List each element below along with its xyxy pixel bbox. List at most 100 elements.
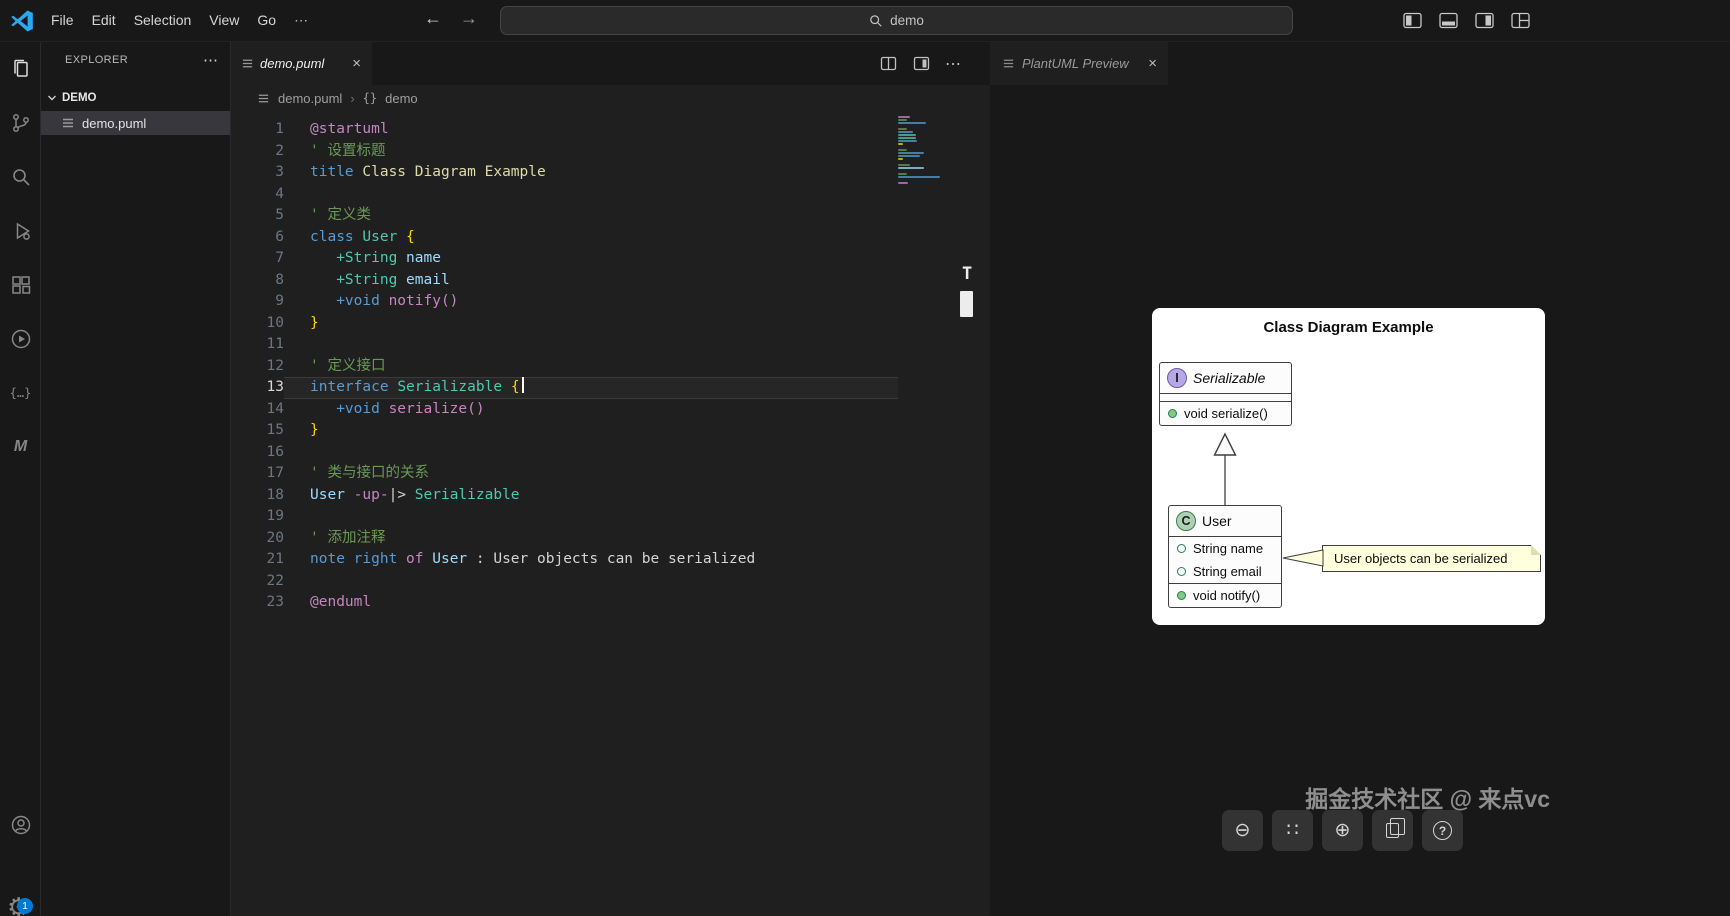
- line-number[interactable]: 20: [231, 528, 287, 550]
- explorer-icon[interactable]: [0, 42, 41, 96]
- code-line[interactable]: +void notify(): [310, 291, 898, 313]
- line-number[interactable]: 16: [231, 442, 287, 464]
- help-button[interactable]: ?: [1422, 810, 1463, 851]
- preview-content[interactable]: Class Diagram Example I Serializable voi…: [990, 85, 1730, 916]
- code-line[interactable]: +String email: [310, 270, 898, 292]
- minimap-line: [898, 146, 942, 148]
- code-line[interactable]: ' 类与接口的关系: [310, 463, 898, 485]
- code-lines: @startuml ' 设置标题 title Class Diagram Examp…: [310, 119, 898, 614]
- public-method-icon: [1177, 591, 1186, 600]
- code-line[interactable]: ' 设置标题: [310, 141, 898, 163]
- tab-label: demo.puml: [260, 56, 325, 71]
- tab-close-icon[interactable]: ×: [349, 55, 364, 72]
- zoom-in-button[interactable]: ⊕: [1322, 810, 1363, 851]
- line-number[interactable]: 23: [231, 592, 287, 614]
- line-number[interactable]: 15: [231, 420, 287, 442]
- code-line[interactable]: [310, 506, 898, 528]
- file-item-demo-puml[interactable]: demo.puml: [41, 111, 230, 135]
- command-center-search[interactable]: demo: [500, 6, 1293, 35]
- code-line[interactable]: }: [310, 313, 898, 335]
- file-icon: [258, 94, 269, 102]
- line-number[interactable]: 3: [231, 162, 287, 184]
- breadcrumb-file[interactable]: demo.puml: [278, 91, 342, 106]
- line-number[interactable]: 22: [231, 571, 287, 593]
- code-line[interactable]: +void serialize(): [310, 399, 898, 421]
- line-number[interactable]: 6: [231, 227, 287, 249]
- code-line[interactable]: [310, 571, 898, 593]
- toggle-primary-sidebar-icon[interactable]: [1402, 10, 1423, 31]
- code-line[interactable]: title Class Diagram Example: [310, 162, 898, 184]
- run-circle-icon[interactable]: [0, 312, 41, 366]
- go-forward-icon[interactable]: →: [460, 8, 478, 29]
- code-line[interactable]: interface Serializable {: [284, 377, 898, 399]
- code-line[interactable]: ' 添加注释: [310, 528, 898, 550]
- line-number[interactable]: 12: [231, 356, 287, 378]
- split-editor-icon[interactable]: [879, 54, 898, 73]
- minimap[interactable]: [898, 116, 942, 185]
- menu-view[interactable]: View: [200, 7, 248, 34]
- code-editor[interactable]: 1 2 3 4 5 6 7 8 9 10 11 12 13 14 15 16 17 18 19 20 21 22 23 @s…: [231, 111, 990, 916]
- customize-layout-icon[interactable]: [1510, 10, 1531, 31]
- code-line[interactable]: note right of User : User objects can be…: [310, 549, 898, 571]
- vscode-logo-icon[interactable]: [10, 9, 34, 33]
- menu-edit[interactable]: Edit: [83, 7, 125, 34]
- code-line[interactable]: [310, 184, 898, 206]
- vscode-window: { "titlebar": { "menus": ["File", "Edit"…: [0, 0, 1730, 916]
- folder-section-demo[interactable]: DEMO: [41, 87, 230, 109]
- code-line[interactable]: [310, 334, 898, 356]
- more-actions-icon[interactable]: ⋯: [945, 54, 961, 74]
- public-method-icon: [1168, 409, 1177, 418]
- toggle-panel-icon[interactable]: [1438, 10, 1459, 31]
- breadcrumb-symbol[interactable]: demo: [385, 91, 418, 106]
- code-line[interactable]: User -up-|> Serializable: [310, 485, 898, 507]
- snippets-braces-icon[interactable]: {…}: [0, 366, 41, 420]
- line-number[interactable]: 11: [231, 334, 287, 356]
- menu-file[interactable]: File: [42, 7, 83, 34]
- line-number[interactable]: 10: [231, 313, 287, 335]
- line-number[interactable]: 21: [231, 549, 287, 571]
- code-line[interactable]: @enduml: [310, 592, 898, 614]
- uml-member: String email: [1169, 560, 1281, 583]
- line-number[interactable]: 18: [231, 485, 287, 507]
- toggle-secondary-sidebar-icon[interactable]: [1474, 10, 1495, 31]
- code-line[interactable]: }: [310, 420, 898, 442]
- file-item-label: demo.puml: [82, 115, 147, 131]
- extensions-icon[interactable]: [0, 258, 41, 312]
- line-number[interactable]: 4: [231, 184, 287, 206]
- line-number[interactable]: 9: [231, 291, 287, 313]
- search-sidebar-icon[interactable]: [0, 150, 41, 204]
- line-number[interactable]: 8: [231, 270, 287, 292]
- line-number[interactable]: 14: [231, 399, 287, 421]
- watermark: 掘金技术社区 @ 来点vc: [1305, 786, 1550, 812]
- tab-plantuml-preview[interactable]: PlantUML Preview ×: [990, 42, 1168, 85]
- toggle-layout-icon[interactable]: [912, 54, 931, 73]
- code-line[interactable]: ' 定义接口: [310, 356, 898, 378]
- copy-button[interactable]: [1372, 810, 1413, 851]
- code-line[interactable]: [310, 442, 898, 464]
- note-fold-corner: [1531, 545, 1541, 555]
- code-line[interactable]: @startuml: [310, 119, 898, 141]
- plantuml-extension-icon[interactable]: M: [0, 420, 41, 474]
- line-number[interactable]: 17: [231, 463, 287, 485]
- line-number[interactable]: 19: [231, 506, 287, 528]
- code-line[interactable]: +String name: [310, 248, 898, 270]
- explorer-more-actions-icon[interactable]: ⋯: [203, 51, 218, 69]
- line-number[interactable]: 1: [231, 119, 287, 141]
- accounts-icon[interactable]: [0, 798, 41, 852]
- line-number[interactable]: 5: [231, 205, 287, 227]
- menu-go[interactable]: Go: [248, 7, 285, 34]
- run-and-debug-icon[interactable]: [0, 204, 41, 258]
- line-number[interactable]: 2: [231, 141, 287, 163]
- go-back-icon[interactable]: ←: [424, 8, 442, 29]
- line-number[interactable]: 7: [231, 248, 287, 270]
- source-control-icon[interactable]: [0, 96, 41, 150]
- tab-demo-puml[interactable]: demo.puml ×: [231, 42, 372, 85]
- code-line[interactable]: ' 定义类: [310, 205, 898, 227]
- line-number[interactable]: 13: [231, 377, 287, 399]
- menu-more-icon[interactable]: ⋯: [285, 7, 317, 34]
- menu-selection[interactable]: Selection: [125, 7, 201, 34]
- move-button[interactable]: ∷: [1272, 810, 1313, 851]
- zoom-out-button[interactable]: ⊖: [1222, 810, 1263, 851]
- preview-tab-close-icon[interactable]: ×: [1145, 55, 1160, 72]
- code-line[interactable]: class User {: [310, 227, 898, 249]
